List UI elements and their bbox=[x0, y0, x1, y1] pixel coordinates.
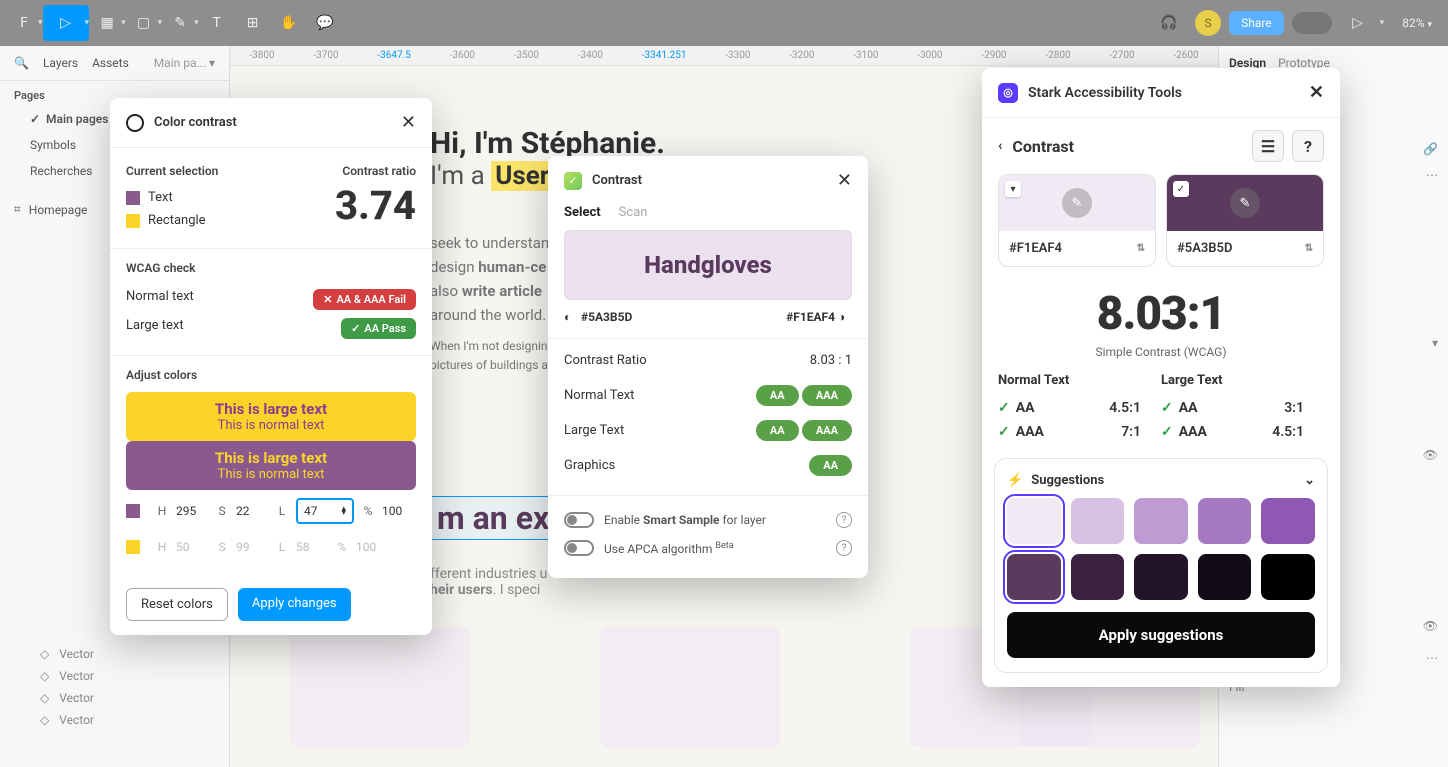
hand-tool-icon[interactable]: ✋ bbox=[271, 5, 307, 41]
contrast-plugin-logo-icon: ✓ bbox=[564, 172, 582, 190]
zoom-level[interactable]: 82% ▾ bbox=[1392, 16, 1442, 30]
stark-ratio-value: 8.03:1 bbox=[982, 267, 1340, 345]
resources-icon[interactable]: ⊞ bbox=[235, 5, 271, 41]
hsl-row-bg: H50 S99 L58 %100 bbox=[126, 532, 416, 562]
help-icon[interactable]: ? bbox=[1292, 130, 1324, 162]
suggestion-swatch[interactable] bbox=[1007, 498, 1061, 544]
bolt-icon: ⚡ bbox=[1007, 473, 1023, 488]
contrast-panel: ✓ Contrast ✕ Select Scan Handgloves ◐ #5… bbox=[548, 156, 868, 578]
vector-icon: ◇ bbox=[40, 713, 49, 727]
apca-toggle[interactable] bbox=[564, 540, 594, 556]
check-icon: ✓ bbox=[998, 424, 1010, 440]
app-toolbar: 𝖥 ▾ ▷ ▾ ▦ ▾ ▢ ▾ ✎ ▾ T ⊞ ✋ 💬 🎧 S Share ▷ … bbox=[0, 0, 1448, 46]
illustration bbox=[290, 627, 470, 747]
eye-icon[interactable]: 👁 bbox=[1423, 619, 1438, 633]
stark-logo-icon: ◎ bbox=[998, 83, 1018, 103]
frame-tool-icon[interactable]: ▦ bbox=[89, 5, 125, 41]
horizontal-ruler: -3800-3700 -3647.5-3600 -3500-3400 -3341… bbox=[230, 46, 1218, 66]
illustration bbox=[600, 627, 780, 747]
background-card[interactable]: ✓ ✎ #5A3B5D⇅ bbox=[1166, 174, 1324, 267]
text-tool-icon[interactable]: T bbox=[199, 5, 235, 41]
user-avatar[interactable]: S bbox=[1195, 10, 1221, 36]
page-selector[interactable]: Main pa... ▾ bbox=[154, 56, 215, 70]
share-button[interactable]: Share bbox=[1229, 11, 1284, 35]
shape-tool-icon[interactable]: ▢ bbox=[126, 5, 162, 41]
layer-vector[interactable]: ◇Vector bbox=[0, 709, 229, 731]
contrast-ratio-value: 3.74 bbox=[335, 186, 416, 226]
preview-purple: This is large text This is normal text bbox=[126, 441, 416, 490]
more-icon[interactable]: ⋯ bbox=[1426, 168, 1438, 182]
stark-panel: ◎ Stark Accessibility Tools ✕ ‹ Contrast… bbox=[982, 68, 1340, 687]
caret-icon[interactable]: ⇅ bbox=[1137, 243, 1145, 254]
scan-tab[interactable]: Scan bbox=[619, 205, 648, 220]
search-icon[interactable]: 🔍 bbox=[14, 56, 29, 70]
checkbox-icon[interactable]: ✓ bbox=[1173, 181, 1189, 197]
suggestion-swatch[interactable] bbox=[1198, 554, 1252, 600]
suggestion-swatch[interactable] bbox=[1071, 554, 1125, 600]
move-tool-icon[interactable]: ▷ bbox=[43, 5, 89, 41]
back-icon[interactable]: ‹ bbox=[998, 138, 1002, 154]
audio-icon[interactable]: 🎧 bbox=[1151, 5, 1187, 41]
smart-sample-toggle[interactable] bbox=[564, 512, 594, 528]
eyedropper-icon[interactable]: ✎ bbox=[1062, 188, 1092, 218]
comment-tool-icon[interactable]: 💬 bbox=[307, 5, 343, 41]
suggestion-swatch[interactable] bbox=[1007, 554, 1061, 600]
layer-vector[interactable]: ◇Vector bbox=[0, 643, 229, 665]
chevron-down-icon[interactable]: ⌄ bbox=[1304, 473, 1315, 488]
assets-tab[interactable]: Assets bbox=[92, 56, 129, 70]
layers-tab[interactable]: Layers bbox=[43, 56, 78, 70]
more-icon[interactable]: ⋯ bbox=[1426, 651, 1438, 665]
pass-badge: ✓ AA Pass bbox=[341, 318, 416, 339]
close-icon[interactable]: ✕ bbox=[401, 112, 416, 133]
apply-changes-button[interactable]: Apply changes bbox=[238, 588, 351, 621]
suggestion-swatch[interactable] bbox=[1198, 498, 1252, 544]
color-contrast-panel: Color contrast ✕ Current selection Contr… bbox=[110, 98, 432, 635]
swatch-text bbox=[126, 191, 140, 205]
figma-menu-icon[interactable]: 𝖥 bbox=[6, 5, 42, 41]
suggestion-swatch[interactable] bbox=[1071, 498, 1125, 544]
info-icon[interactable]: ? bbox=[836, 512, 852, 528]
settings-icon[interactable]: ☰ bbox=[1252, 130, 1284, 162]
suggestion-swatch[interactable] bbox=[1134, 498, 1188, 544]
lightness-input[interactable]: 47▴▾ bbox=[296, 498, 354, 524]
sample-preview: Handgloves bbox=[564, 230, 852, 300]
checkbox-icon[interactable]: ▾ bbox=[1005, 181, 1021, 197]
foreground-card[interactable]: ▾ ✎ #F1EAF4⇅ bbox=[998, 174, 1156, 267]
check-icon: ✓ bbox=[1161, 424, 1173, 440]
eyedropper-icon[interactable]: ✎ bbox=[1230, 188, 1260, 218]
suggestion-swatch[interactable] bbox=[1261, 498, 1315, 544]
apply-suggestions-button[interactable]: Apply suggestions bbox=[1007, 612, 1315, 658]
eyedropper-icon[interactable]: ◑ bbox=[838, 310, 852, 324]
reset-colors-button[interactable]: Reset colors bbox=[126, 588, 228, 621]
link-icon[interactable]: 🔗 bbox=[1423, 142, 1438, 156]
caret-icon[interactable]: ⇅ bbox=[1305, 243, 1313, 254]
swatch-bg bbox=[126, 214, 140, 228]
preview-yellow: This is large text This is normal text bbox=[126, 392, 416, 441]
visibility-icon[interactable]: 👁 bbox=[1423, 448, 1438, 462]
dev-mode-toggle[interactable] bbox=[1292, 12, 1332, 34]
check-icon: ✓ bbox=[998, 400, 1010, 416]
suggestions-section: ⚡ Suggestions ⌄ Apply suggestions bbox=[994, 458, 1328, 673]
body-text: fferent industries u heir users. I speci bbox=[430, 566, 547, 598]
present-icon[interactable]: ▷ bbox=[1340, 5, 1376, 41]
close-icon[interactable]: ✕ bbox=[837, 170, 852, 191]
vector-icon: ◇ bbox=[40, 647, 49, 661]
hsl-row-fg: H295 S22 L 47▴▾ %100 bbox=[126, 490, 416, 532]
suggestion-swatch[interactable] bbox=[1134, 554, 1188, 600]
close-icon[interactable]: ✕ bbox=[1309, 82, 1324, 103]
frame-icon: ⌗ bbox=[14, 202, 21, 217]
check-icon: ✓ bbox=[1161, 400, 1173, 416]
info-icon[interactable]: ? bbox=[836, 540, 852, 556]
plugin-logo-icon bbox=[126, 114, 144, 132]
vector-icon: ◇ bbox=[40, 691, 49, 705]
layer-vector[interactable]: ◇Vector bbox=[0, 687, 229, 709]
pen-tool-icon[interactable]: ✎ bbox=[162, 5, 198, 41]
fail-badge: ✕ AA & AAA Fail bbox=[313, 289, 416, 310]
eyedropper-icon[interactable]: ◐ bbox=[564, 310, 578, 324]
vector-icon: ◇ bbox=[40, 669, 49, 683]
layer-vector[interactable]: ◇Vector bbox=[0, 665, 229, 687]
suggestion-swatch[interactable] bbox=[1261, 554, 1315, 600]
select-tab[interactable]: Select bbox=[564, 205, 601, 220]
